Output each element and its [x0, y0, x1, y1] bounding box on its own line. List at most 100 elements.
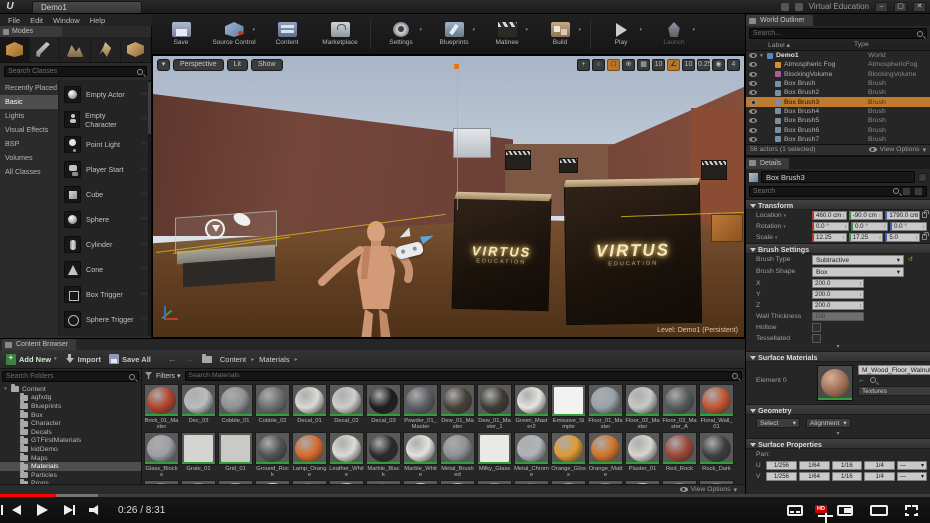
view-options-button[interactable]: View Options ▾ — [868, 146, 926, 154]
grid-snap-icon[interactable]: ▦ — [637, 59, 650, 71]
asset-tile-dew-01-master-1[interactable]: Dew_01_Master_1 — [477, 384, 512, 430]
eye-icon[interactable] — [749, 136, 757, 142]
pan-u-dropdown[interactable]: — ▾ — [897, 460, 927, 470]
toolbar-settings-button[interactable]: ▾ Settings — [378, 22, 424, 46]
eye-icon[interactable] — [749, 62, 757, 68]
pan-v-1-16-button[interactable]: 1/16 — [831, 471, 863, 481]
asset-tile-marble-black[interactable]: Marble_Black — [366, 432, 401, 478]
asset-tile-decal-03[interactable]: Decal_03 — [366, 384, 401, 430]
asset-tile-cobble-02[interactable]: Cobble_02 — [255, 384, 290, 430]
filter-icon[interactable] — [902, 186, 911, 196]
asset-tile-green-master2[interactable]: Green_Master2 — [514, 384, 549, 430]
modes-search-input[interactable]: Search Classes — [4, 66, 147, 77]
scale-x-field[interactable]: 12.25 ↕ — [812, 232, 847, 242]
eye-icon[interactable] — [749, 108, 757, 114]
filters-button[interactable]: Filters ▾ — [156, 372, 181, 380]
asset-tile-milky-glass[interactable]: Milky_Glass — [477, 432, 512, 478]
lock-icon[interactable] — [922, 210, 929, 219]
place-item-player-start[interactable]: Player Start ◠ — [59, 157, 151, 182]
import-button[interactable]: Import — [65, 354, 101, 364]
maximize-button[interactable]: ▢ — [894, 1, 907, 12]
view-options-button[interactable]: View Options ▾ — [679, 486, 737, 494]
outliner-row-demo1[interactable]: ▾ Demo1 World — [746, 51, 930, 60]
eye-icon[interactable] — [749, 90, 757, 96]
eye-icon[interactable] — [914, 186, 923, 196]
outliner-search-input[interactable]: Search... — [749, 28, 927, 39]
pan-v-1-256-button[interactable]: 1/256 — [766, 471, 797, 481]
tessellated-checkbox[interactable] — [812, 333, 821, 343]
category-all-classes[interactable]: All Classes — [0, 165, 58, 179]
outliner-row-box-brush7[interactable]: Box Brush7 Brush — [746, 135, 930, 144]
category-recently-placed[interactable]: Recently Placed — [0, 81, 58, 95]
rotate-tool-icon[interactable]: ○ — [592, 59, 605, 71]
section-geometry[interactable]: Geometry — [746, 403, 930, 415]
category-lights[interactable]: Lights — [0, 109, 58, 123]
mode-tab-foliage[interactable] — [91, 37, 121, 62]
outliner-row-box-brush4[interactable]: Box Brush4 Brush — [746, 107, 930, 116]
pan-v-1-64-button[interactable]: 1/64 — [798, 471, 830, 481]
toolbar-play-button[interactable]: ▾ Play — [598, 22, 644, 46]
forward-arrow-icon[interactable]: → — [185, 354, 194, 364]
asset-tile-glass-blocks[interactable]: Glass_Blocks — [144, 432, 179, 478]
eye-icon[interactable] — [749, 127, 757, 133]
theater-mode-button[interactable] — [870, 504, 888, 516]
volume-button[interactable] — [89, 505, 99, 515]
eye-icon[interactable] — [749, 99, 757, 105]
toolbar-marketplace-button[interactable]: Marketplace — [317, 22, 363, 46]
category-basic[interactable]: Basic — [0, 95, 58, 109]
textures-button[interactable]: Textures▾ — [858, 385, 930, 396]
z-field[interactable]: 200.0 ↕ — [812, 300, 864, 310]
asset-tile-lamp-orange[interactable]: Lamp_Orange — [292, 432, 327, 478]
place-item-point-light[interactable]: Point Light ◠ — [59, 132, 151, 157]
details-search-input[interactable]: Search — [749, 185, 927, 197]
section-surface-properties[interactable]: Surface Properties — [746, 437, 930, 449]
outliner-row-box-brush3[interactable]: Box Brush3 Brush — [746, 97, 930, 107]
section-transform[interactable]: Transform — [746, 198, 930, 210]
section-surface-materials[interactable]: Surface Materials — [746, 350, 930, 362]
asset-tile-ground-rock[interactable]: Ground_Rock — [255, 432, 290, 478]
pan-v-1-4-button[interactable]: 1/4 — [864, 471, 895, 481]
tab-content-browser[interactable]: Content Browser — [2, 339, 77, 350]
angle-snap-icon[interactable]: ∠ — [667, 59, 680, 71]
menu-window[interactable]: Window — [53, 16, 80, 25]
tab-details[interactable]: Details — [746, 157, 790, 169]
place-item-empty-actor[interactable]: Empty Actor ◠ — [59, 82, 151, 107]
tab-modes[interactable]: Modes — [0, 26, 62, 37]
x-field[interactable]: 200.0 ↕ — [812, 278, 864, 288]
subtitles-button[interactable] — [787, 504, 803, 516]
outliner-row-box-brush5[interactable]: Box Brush5 Brush — [746, 116, 930, 125]
eye-icon[interactable] — [749, 81, 757, 87]
breadcrumb-materials[interactable]: Materials — [259, 355, 289, 364]
add-new-button[interactable]: Add New▾ — [6, 353, 57, 365]
outliner-row-blockingvolume[interactable]: BlockingVolume BlockingVolume — [746, 70, 930, 79]
tab-world-outliner[interactable]: World Outliner — [746, 15, 813, 26]
pan-u-1-256-button[interactable]: 1/256 — [766, 460, 797, 470]
grid-snap-value[interactable]: 10 — [652, 59, 665, 71]
asset-tile-emissive-simple[interactable]: Emissive_Simple — [551, 384, 586, 430]
lit-mode-button[interactable]: Lit — [226, 59, 248, 71]
camera-speed-value[interactable]: 4 — [727, 59, 740, 71]
mode-tab-landscape[interactable] — [60, 37, 91, 62]
next-video-button[interactable] — [64, 505, 75, 515]
save-all-button[interactable]: Save All — [108, 354, 151, 364]
previous-video-button[interactable] — [1, 505, 21, 515]
asset-tile-grid-01[interactable]: Grid_01 — [218, 432, 253, 478]
geometry-alignment-button[interactable]: Alignment ▾ — [806, 417, 851, 428]
show-button[interactable]: Show — [250, 59, 283, 71]
pan-u-1-4-button[interactable]: 1/4 — [864, 460, 895, 470]
outliner-row-atmospheric-fog[interactable]: Atmospheric Fog AtmosphericFog — [746, 60, 930, 69]
asset-tile-floor-02-master[interactable]: Floor_02_Master — [625, 384, 660, 430]
back-arrow-icon[interactable]: ← — [168, 354, 177, 364]
perspective-button[interactable]: Perspective — [173, 59, 224, 71]
mode-tab-place[interactable] — [0, 37, 31, 62]
asset-tile-dec-03[interactable]: Dec_03 — [181, 384, 216, 430]
mode-tab-paint[interactable] — [30, 37, 61, 62]
location-z-field[interactable]: 1790.0 cm ↕ — [885, 210, 921, 220]
rotation-x-field[interactable]: 0.0 ° ↕ — [812, 221, 849, 231]
lock-icon[interactable] — [922, 232, 929, 241]
expand-arrow[interactable]: ▾ — [746, 344, 930, 351]
scrollbar[interactable] — [148, 80, 151, 336]
angle-snap-value[interactable]: 10 — [682, 59, 695, 71]
toolbar-build-button[interactable]: ▾ Build — [537, 22, 583, 46]
minimize-button[interactable]: – — [875, 1, 888, 12]
